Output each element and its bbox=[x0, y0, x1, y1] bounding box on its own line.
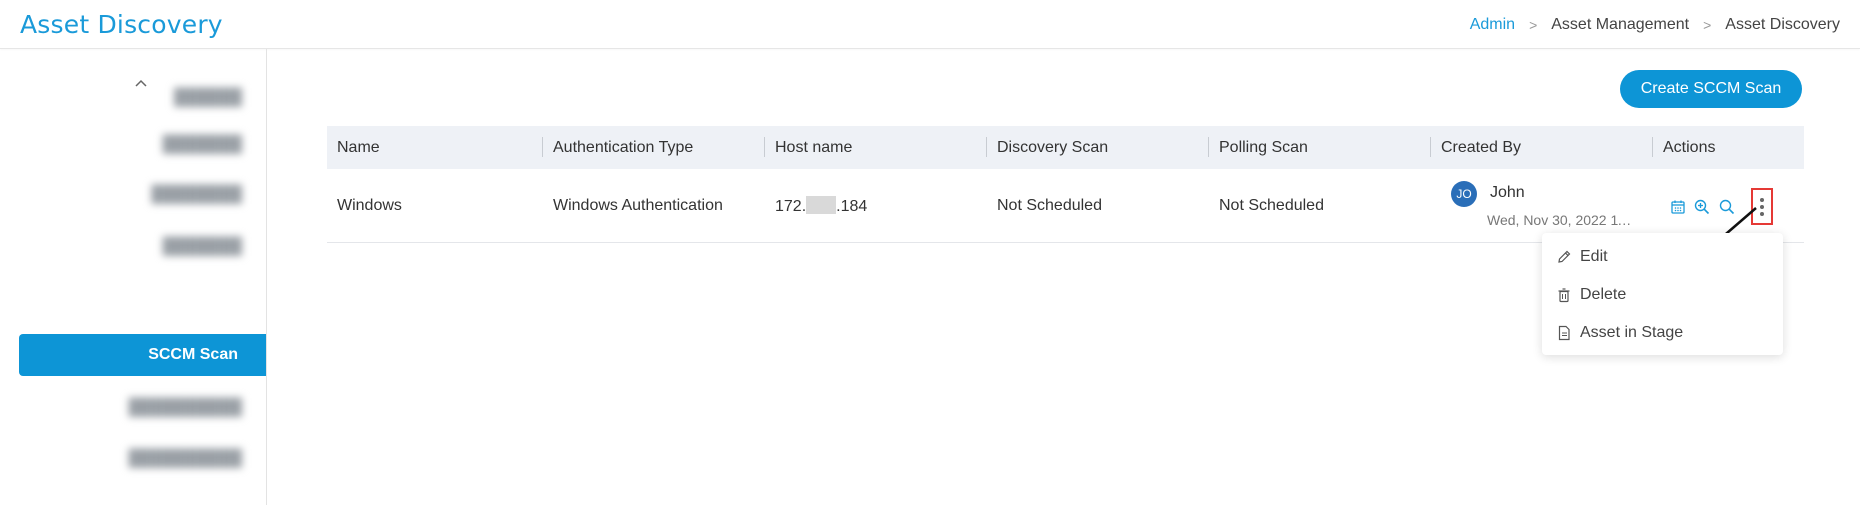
menu-item-label: Delete bbox=[1580, 286, 1627, 303]
cell-name: Windows bbox=[337, 196, 402, 214]
chevron-right-icon: > bbox=[1529, 17, 1538, 33]
column-header-auth-type[interactable]: Authentication Type bbox=[543, 136, 765, 157]
document-icon bbox=[1558, 325, 1570, 341]
sidebar-item-sccm-scan[interactable]: SCCM Scan bbox=[19, 334, 266, 376]
column-header-polling-scan[interactable]: Polling Scan bbox=[1209, 136, 1431, 157]
column-header-discovery-scan[interactable]: Discovery Scan bbox=[987, 136, 1209, 157]
actions-dropdown-menu: Edit Delete Asset in Stage bbox=[1542, 233, 1783, 355]
search-icon[interactable] bbox=[1719, 199, 1735, 215]
menu-item-delete[interactable]: Delete bbox=[1556, 283, 1626, 307]
more-vertical-icon bbox=[1760, 197, 1764, 202]
sidebar: ██████ ███████ ████████ ███████ SCCM Sca… bbox=[0, 49, 267, 505]
top-bar: Asset Discovery Admin > Asset Management… bbox=[0, 0, 1860, 49]
cell-host-name: 172. .184 bbox=[765, 195, 987, 216]
create-sccm-scan-button[interactable]: Create SCCM Scan bbox=[1620, 70, 1802, 108]
table-row: Windows Windows Authentication 172. .184 … bbox=[327, 169, 1804, 243]
created-date: Wed, Nov 30, 2022 11:2... bbox=[1487, 212, 1637, 228]
cell-polling-scan: Not Scheduled bbox=[1219, 196, 1324, 214]
sidebar-item-blurred[interactable]: ███████ bbox=[163, 136, 242, 154]
chevron-up-icon[interactable] bbox=[134, 75, 148, 93]
chevron-right-icon: > bbox=[1703, 17, 1712, 33]
redacted-mask bbox=[806, 195, 837, 214]
cell-auth-type: Windows Authentication bbox=[553, 196, 723, 214]
column-header-created-by[interactable]: Created By bbox=[1431, 136, 1653, 157]
sidebar-item-blurred[interactable]: ███████ bbox=[163, 238, 242, 256]
host-suffix: .184 bbox=[836, 197, 868, 215]
sidebar-item-blurred[interactable]: ██████████ bbox=[129, 450, 242, 468]
zoom-in-icon[interactable] bbox=[1694, 199, 1710, 215]
cell-discovery-scan: Not Scheduled bbox=[997, 196, 1102, 214]
more-actions-button[interactable] bbox=[1751, 188, 1773, 225]
sidebar-item-blurred[interactable]: ████████ bbox=[151, 186, 242, 204]
creator-name: John bbox=[1490, 184, 1525, 201]
menu-item-label: Asset in Stage bbox=[1580, 324, 1684, 341]
breadcrumb: Admin > Asset Management > Asset Discove… bbox=[1470, 16, 1840, 34]
table-header: Name Authentication Type Host name Disco… bbox=[327, 126, 1804, 169]
breadcrumb-asset-management[interactable]: Asset Management bbox=[1551, 16, 1689, 34]
breadcrumb-admin[interactable]: Admin bbox=[1470, 16, 1515, 34]
calendar-icon[interactable] bbox=[1670, 199, 1686, 215]
menu-item-asset-in-stage[interactable]: Asset in Stage bbox=[1556, 321, 1683, 345]
menu-item-label: Edit bbox=[1580, 248, 1608, 265]
column-header-name[interactable]: Name bbox=[327, 136, 543, 157]
trash-icon bbox=[1558, 288, 1570, 303]
sidebar-item-blurred[interactable]: ██████ bbox=[174, 89, 242, 107]
host-prefix: 172. bbox=[775, 197, 807, 215]
menu-item-edit[interactable]: Edit bbox=[1556, 245, 1608, 269]
column-header-host-name[interactable]: Host name bbox=[765, 136, 987, 157]
avatar: JO bbox=[1451, 181, 1477, 207]
sidebar-item-blurred[interactable]: ██████████ bbox=[129, 399, 242, 417]
page-title: Asset Discovery bbox=[20, 10, 223, 39]
breadcrumb-asset-discovery: Asset Discovery bbox=[1725, 16, 1840, 33]
pencil-icon bbox=[1558, 250, 1571, 263]
column-header-actions: Actions bbox=[1663, 138, 1716, 156]
